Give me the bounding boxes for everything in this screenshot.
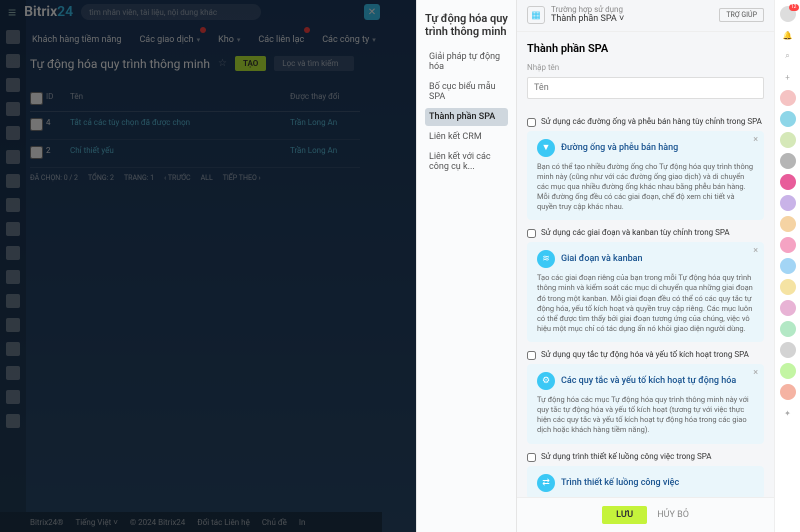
- slideover-panel: ▦ Trường hợp sử dụng Thành phần SPA ˅ TR…: [516, 0, 774, 532]
- contact-avatar[interactable]: [780, 384, 796, 400]
- close-icon[interactable]: ×: [753, 246, 758, 256]
- panel-footer: LƯU HỦY BỎ: [517, 497, 774, 532]
- contact-avatar[interactable]: [780, 237, 796, 253]
- automation-checkbox[interactable]: [527, 351, 536, 360]
- slideover-nav: Tự động hóa quy trình thông minh Giải ph…: [416, 0, 516, 532]
- contact-avatar[interactable]: [780, 258, 796, 274]
- panel-body: Thành phần SPA Nhập tên Sử dụng các đườn…: [517, 32, 774, 497]
- workflow-card: ⇄ Trình thiết kế luồng công việc: [527, 466, 764, 497]
- nav-item-automation[interactable]: Giải pháp tự động hóa: [425, 48, 508, 76]
- pipelines-checkbox-row[interactable]: Sử dụng các đường ống và phễu bán hàng t…: [527, 117, 764, 127]
- workflow-checkbox-row[interactable]: Sử dụng trình thiết kế luồng công việc t…: [527, 452, 764, 462]
- automation-icon: ⚙: [537, 372, 555, 390]
- contact-avatar[interactable]: [780, 216, 796, 232]
- kanban-icon: ≋: [537, 250, 555, 268]
- automation-card: × ⚙ Các quy tắc và yếu tố kích hoạt tự đ…: [527, 364, 764, 444]
- search-icon[interactable]: ⌕: [780, 48, 796, 64]
- avatar[interactable]: 12: [780, 6, 796, 22]
- pipelines-card: × ▼ Đường ống và phễu bán hàng Bạn có th…: [527, 131, 764, 221]
- workflow-icon: ⇄: [537, 474, 555, 492]
- panel-title: Thành phần SPA: [527, 42, 764, 55]
- pipelines-checkbox[interactable]: [527, 118, 536, 127]
- name-label: Nhập tên: [527, 63, 764, 72]
- contact-avatar[interactable]: [780, 342, 796, 358]
- contact-avatar[interactable]: [780, 321, 796, 337]
- right-rail: 12 🔔 ⌕ + ✦: [774, 0, 800, 532]
- slideover-nav-title: Tự động hóa quy trình thông minh: [425, 12, 508, 38]
- stages-checkbox[interactable]: [527, 229, 536, 238]
- contact-avatar[interactable]: [780, 111, 796, 127]
- nav-item-spa-components[interactable]: Thành phần SPA: [425, 108, 508, 126]
- cancel-button[interactable]: HỦY BỎ: [657, 506, 689, 524]
- stages-checkbox-row[interactable]: Sử dụng các giai đoạn và kanban tùy chỉn…: [527, 228, 764, 238]
- nav-item-crm-link[interactable]: Liên kết CRM: [425, 128, 508, 146]
- name-input[interactable]: [527, 77, 764, 99]
- contact-avatar[interactable]: [780, 363, 796, 379]
- contact-avatar[interactable]: [780, 174, 796, 190]
- contact-avatar[interactable]: [780, 195, 796, 211]
- calendar-icon: ▦: [527, 6, 545, 24]
- stages-card: × ≋ Giai đoạn và kanban Tạo các giai đoạ…: [527, 242, 764, 342]
- bell-icon[interactable]: 🔔: [780, 27, 796, 43]
- copilot-icon[interactable]: ✦: [780, 405, 796, 421]
- contact-avatar[interactable]: [780, 300, 796, 316]
- notification-badge: 12: [789, 4, 799, 11]
- contact-avatar[interactable]: [780, 132, 796, 148]
- save-button[interactable]: LƯU: [602, 506, 647, 524]
- workflow-checkbox[interactable]: [527, 453, 536, 462]
- close-icon[interactable]: ×: [753, 135, 758, 145]
- plus-icon[interactable]: +: [780, 69, 796, 85]
- contact-avatar[interactable]: [780, 90, 796, 106]
- nav-item-form-layout[interactable]: Bố cục biểu mẫu SPA: [425, 78, 508, 106]
- help-button[interactable]: TRỢ GIÚP: [719, 8, 764, 22]
- automation-checkbox-row[interactable]: Sử dụng quy tắc tự động hóa và yếu tố kí…: [527, 350, 764, 360]
- header-breadcrumb[interactable]: Thành phần SPA ˅: [551, 15, 713, 25]
- contact-avatar[interactable]: [780, 279, 796, 295]
- close-icon[interactable]: ×: [753, 368, 758, 378]
- nav-item-tool-link[interactable]: Liên kết với các công cụ k...: [425, 148, 508, 176]
- panel-header: ▦ Trường hợp sử dụng Thành phần SPA ˅ TR…: [517, 0, 774, 32]
- contact-avatar[interactable]: [780, 153, 796, 169]
- funnel-icon: ▼: [537, 139, 555, 157]
